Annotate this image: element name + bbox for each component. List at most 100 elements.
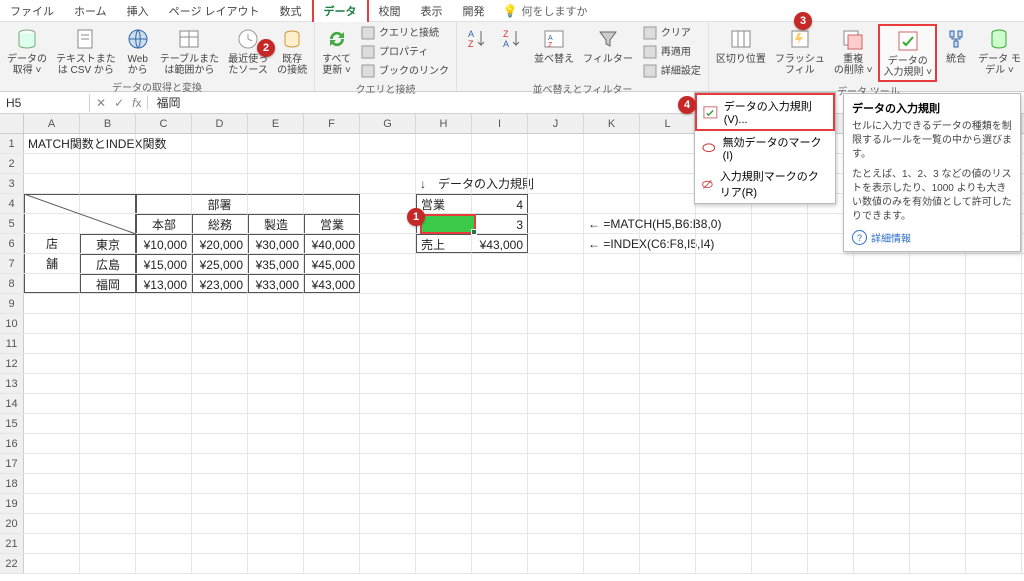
- column-header-C[interactable]: C: [136, 114, 192, 133]
- cell[interactable]: [696, 354, 752, 373]
- cell[interactable]: [966, 514, 1022, 533]
- cell[interactable]: ¥15,000: [136, 254, 192, 273]
- cell[interactable]: [136, 454, 192, 473]
- cell[interactable]: [80, 314, 136, 333]
- cell[interactable]: [80, 454, 136, 473]
- cell[interactable]: [584, 354, 640, 373]
- cell[interactable]: [360, 554, 416, 573]
- cell[interactable]: [584, 474, 640, 493]
- cell[interactable]: [304, 194, 360, 213]
- cell[interactable]: [136, 354, 192, 373]
- ribbon-item-refresh[interactable]: すべて 更新 ˅: [319, 24, 354, 78]
- cell[interactable]: [192, 374, 248, 393]
- ribbon-small-item[interactable]: 詳細設定: [639, 62, 704, 80]
- cell[interactable]: [80, 474, 136, 493]
- cell[interactable]: [80, 414, 136, 433]
- cell[interactable]: [192, 414, 248, 433]
- cell[interactable]: [80, 354, 136, 373]
- ribbon-item-model[interactable]: データ モ デル ˅: [975, 24, 1024, 78]
- tab-layout[interactable]: ページ レイアウト: [159, 0, 270, 22]
- cell[interactable]: [584, 194, 640, 213]
- cell[interactable]: [808, 394, 854, 413]
- cell[interactable]: [528, 434, 584, 453]
- cell[interactable]: [24, 334, 80, 353]
- cell[interactable]: [696, 374, 752, 393]
- cell[interactable]: [752, 454, 808, 473]
- column-header-E[interactable]: E: [248, 114, 304, 133]
- cell[interactable]: 店: [24, 234, 80, 253]
- cell[interactable]: [528, 134, 584, 153]
- cell[interactable]: [192, 314, 248, 333]
- cancel-icon[interactable]: ✕: [96, 96, 106, 110]
- cell[interactable]: [752, 434, 808, 453]
- row-header-10[interactable]: 10: [0, 314, 24, 333]
- cell[interactable]: [192, 474, 248, 493]
- cell[interactable]: [640, 194, 696, 213]
- cell[interactable]: [966, 474, 1022, 493]
- cell[interactable]: [854, 534, 910, 553]
- cell[interactable]: [80, 134, 136, 153]
- cell[interactable]: [640, 314, 696, 333]
- cell[interactable]: [24, 494, 80, 513]
- cell[interactable]: [24, 274, 80, 293]
- cell[interactable]: ¥20,000: [192, 234, 248, 253]
- cell[interactable]: [416, 454, 472, 473]
- cell[interactable]: [696, 414, 752, 433]
- cell[interactable]: [696, 474, 752, 493]
- cell[interactable]: [910, 514, 966, 533]
- ribbon-item-split[interactable]: 区切り位置: [713, 24, 769, 67]
- cell[interactable]: [640, 254, 696, 273]
- cell[interactable]: [528, 234, 584, 253]
- cell[interactable]: [472, 374, 528, 393]
- cell[interactable]: [360, 174, 416, 193]
- cell[interactable]: MATCH関数とINDEX関数: [24, 134, 80, 153]
- tab-dev[interactable]: 開発: [453, 0, 495, 22]
- cell[interactable]: ¥10,000: [136, 234, 192, 253]
- cell[interactable]: [584, 134, 640, 153]
- cell[interactable]: [360, 254, 416, 273]
- cell[interactable]: [808, 514, 854, 533]
- cell[interactable]: [910, 374, 966, 393]
- cell[interactable]: [472, 494, 528, 513]
- cell[interactable]: [528, 194, 584, 213]
- cell[interactable]: [360, 274, 416, 293]
- cell[interactable]: [966, 354, 1022, 373]
- cell[interactable]: [472, 354, 528, 373]
- row-header-8[interactable]: 8: [0, 274, 24, 293]
- cell[interactable]: [854, 354, 910, 373]
- cell[interactable]: [910, 434, 966, 453]
- cell[interactable]: [910, 554, 966, 573]
- cell[interactable]: ¥43,000: [304, 274, 360, 293]
- cell[interactable]: [752, 294, 808, 313]
- cell[interactable]: [966, 394, 1022, 413]
- cell[interactable]: [80, 514, 136, 533]
- cell[interactable]: [80, 434, 136, 453]
- cell[interactable]: [966, 374, 1022, 393]
- cell[interactable]: [584, 334, 640, 353]
- cell[interactable]: [360, 154, 416, 173]
- cell[interactable]: [360, 234, 416, 253]
- cell[interactable]: [248, 534, 304, 553]
- cell[interactable]: [80, 294, 136, 313]
- cell[interactable]: [472, 514, 528, 533]
- cell[interactable]: [80, 394, 136, 413]
- cell[interactable]: [752, 214, 808, 233]
- cell[interactable]: [966, 494, 1022, 513]
- cell[interactable]: [528, 294, 584, 313]
- cell[interactable]: [416, 494, 472, 513]
- cell[interactable]: [136, 194, 192, 213]
- cell[interactable]: [696, 294, 752, 313]
- cell[interactable]: [360, 134, 416, 153]
- column-header-G[interactable]: G: [360, 114, 416, 133]
- cell[interactable]: [752, 534, 808, 553]
- row-header-14[interactable]: 14: [0, 394, 24, 413]
- row-header-21[interactable]: 21: [0, 534, 24, 553]
- cell[interactable]: [696, 434, 752, 453]
- row-header-6[interactable]: 6: [0, 234, 24, 253]
- cell[interactable]: [304, 334, 360, 353]
- cell[interactable]: [80, 334, 136, 353]
- cell[interactable]: [752, 374, 808, 393]
- cell[interactable]: [528, 314, 584, 333]
- cell[interactable]: [640, 134, 696, 153]
- cell[interactable]: [192, 294, 248, 313]
